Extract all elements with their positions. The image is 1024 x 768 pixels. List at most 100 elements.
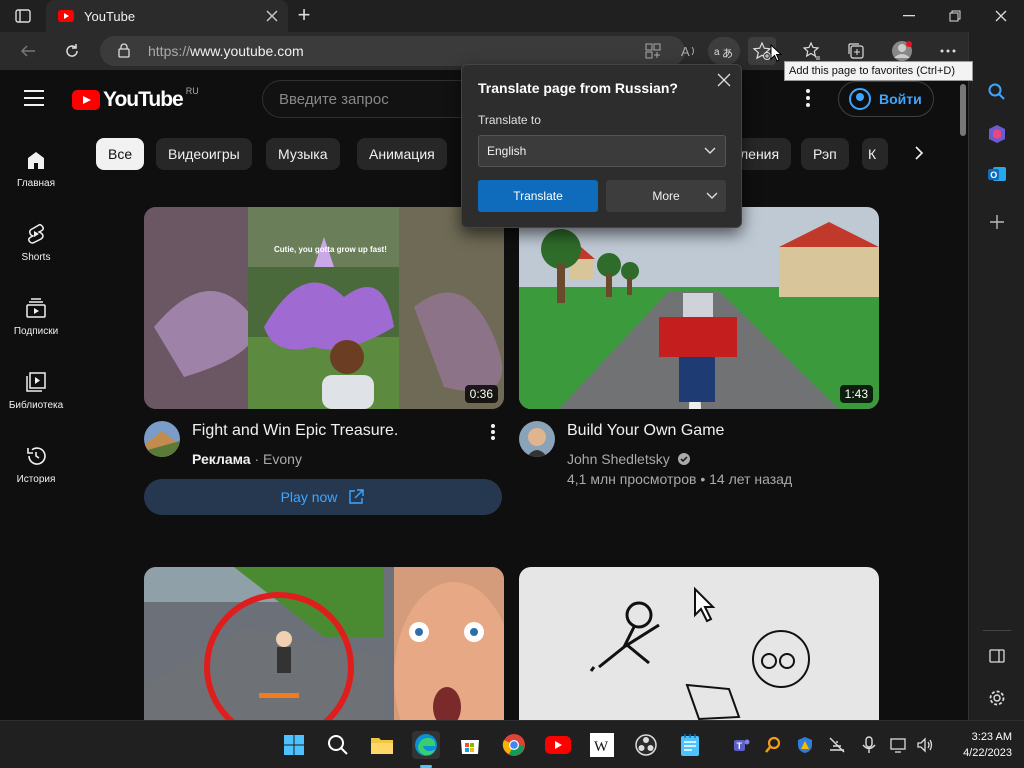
chip-videogames[interactable]: Видеоигры [156,138,252,170]
browser-tab-youtube[interactable]: YouTube [46,0,288,32]
video-card[interactable]: 1:43 Build Your Own Game John Shedletsky… [519,207,879,507]
taskbar-obs[interactable] [632,731,660,759]
language-select[interactable]: English [478,135,726,167]
translate-close-button[interactable] [717,73,735,91]
display-tray-icon[interactable] [890,736,908,754]
tab-actions-button[interactable] [12,6,34,26]
taskbar-chrome[interactable] [500,731,528,759]
subscriptions-icon [26,298,46,318]
chips-next-button[interactable] [912,145,932,165]
channel-name[interactable]: Evony [263,451,302,467]
search-icon [988,83,1005,100]
taskbar-file-explorer[interactable] [368,731,396,759]
selected-language: English [487,144,527,158]
channel-name[interactable]: John Shedletsky [567,451,670,467]
back-button[interactable] [14,37,42,65]
guide-item-library[interactable]: Библиотека [0,370,72,430]
start-button[interactable] [280,731,308,759]
video-title[interactable]: Build Your Own Game [567,422,867,440]
clock-date: 4/22/2023 [963,747,1012,759]
close-window-button[interactable] [978,0,1024,32]
guide-item-subscriptions[interactable]: Подписки [0,296,72,356]
sidebar-outlook-button[interactable]: O [983,160,1011,188]
translate-more-button[interactable]: More [606,180,726,212]
taskbar-youtube[interactable] [544,731,572,759]
guide-item-label: Shorts [21,252,51,263]
translate-popup-title: Translate page from Russian? [478,80,678,96]
shorts-icon [27,223,45,244]
tab-close-button[interactable] [262,6,282,26]
chip-rap[interactable]: Рэп [801,138,849,170]
new-tab-button[interactable]: + [292,4,316,27]
scrollbar-thumb[interactable] [960,84,966,136]
video-duration: 0:36 [464,385,498,403]
teams-tray-icon[interactable]: T [732,736,750,754]
refresh-icon [66,44,78,57]
restore-button[interactable] [932,0,978,32]
search-input[interactable]: Введите запрос [262,80,482,118]
video-thumbnail[interactable]: Cutie, you gotta grow up fast! 0:36 [144,207,504,409]
thumbnail-caption: Cutie, you gotta grow up fast! [274,245,387,254]
history-icon [27,447,46,465]
read-aloud-button[interactable]: A [676,37,704,65]
address-bar[interactable]: https://www.youtube.com [100,36,685,66]
translate-button[interactable]: aあ [708,37,740,65]
chip-all[interactable]: Все [96,138,145,170]
video-title[interactable]: Fight and Win Epic Treasure. [192,422,492,440]
taskbar-store[interactable] [456,731,484,759]
sidebar-hide-button[interactable] [983,642,1011,670]
microphone-tray-icon[interactable] [860,736,878,754]
minimize-button[interactable] [886,0,932,32]
video-card[interactable] [144,567,504,720]
youtube-play-icon [72,90,100,110]
guide-menu-button[interactable] [24,90,44,106]
translate-icon: aあ [714,47,733,59]
more-label: More [652,189,680,203]
volume-tray-icon[interactable] [916,736,934,754]
play-now-label: Play now [280,489,338,505]
home-icon [28,152,44,169]
video-thumbnail[interactable] [144,567,504,720]
translate-confirm-button[interactable]: Translate [478,180,598,212]
channel-avatar[interactable] [144,421,180,457]
svg-text:A: A [681,44,690,59]
chip-music[interactable]: Музыка [266,138,340,170]
taskbar-notepad[interactable] [676,731,704,759]
system-clock[interactable]: 3:23 AM 4/22/2023 [944,729,1012,761]
video-thumbnail[interactable]: 1:43 [519,207,879,409]
chip-partial[interactable]: ления [736,138,792,170]
guide-item-shorts[interactable]: Shorts [0,222,72,282]
windows-start-icon [284,735,304,755]
video-card-ad[interactable]: Cutie, you gotta grow up fast! 0:36 Figh… [144,207,504,517]
sidebar-search-button[interactable] [983,78,1011,106]
youtube-logo[interactable]: YouTube RU [72,86,199,112]
wikipedia-icon: W [590,733,614,757]
network-tray-icon[interactable] [828,736,846,754]
chip-animation[interactable]: Анимация [357,138,447,170]
settings-kebab-button[interactable] [806,89,812,109]
taskbar-edge[interactable] [412,731,440,759]
search-tool-tray-icon[interactable] [764,736,782,754]
panel-icon [989,649,1005,663]
guide-item-history[interactable]: История [0,444,72,504]
video-menu-kebab-icon[interactable] [490,423,496,441]
account-icon [849,88,871,110]
video-thumbnail[interactable] [519,567,879,720]
taskbar-search-button[interactable] [324,731,352,759]
channel-avatar[interactable] [519,421,555,457]
video-duration: 1:43 [839,385,873,403]
page-scrollbar[interactable] [958,70,968,720]
security-tray-icon[interactable] [796,736,814,754]
library-icon [26,372,46,392]
sign-in-button[interactable]: Войти [838,81,934,117]
sidebar-settings-button[interactable] [983,684,1011,712]
refresh-button[interactable] [58,37,86,65]
chip-clipped[interactable]: К [862,138,888,170]
taskbar-wikipedia[interactable]: W [588,731,616,759]
sidebar-copilot-button[interactable] [983,120,1011,148]
video-card[interactable] [519,567,879,720]
sidebar-add-button[interactable] [983,208,1011,236]
guide-item-home[interactable]: Главная [0,148,72,208]
app-available-icon[interactable] [643,43,663,61]
play-now-button[interactable]: Play now [144,479,502,515]
